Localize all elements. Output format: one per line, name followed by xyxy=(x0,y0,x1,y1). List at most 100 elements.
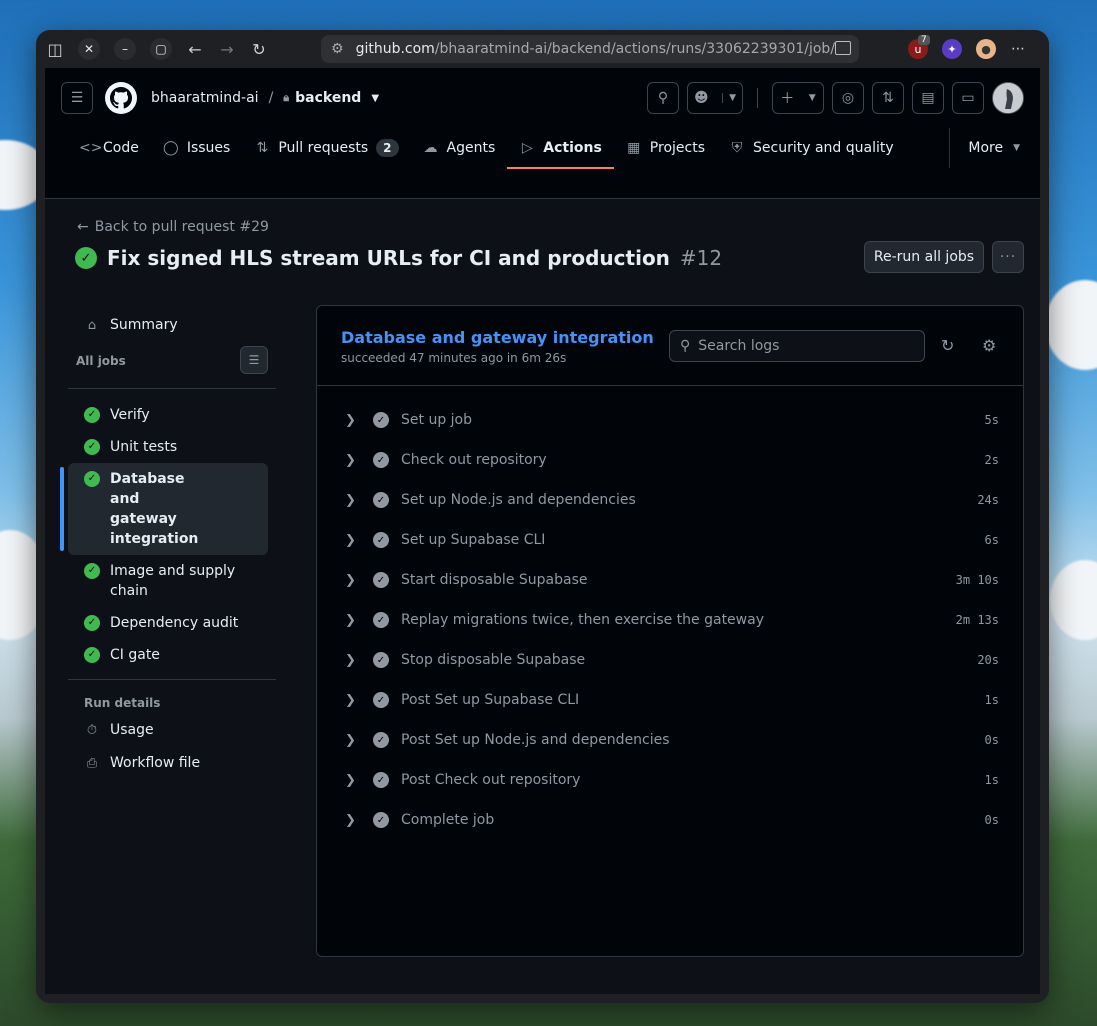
repo-link[interactable]: 🔒︎ backend ▼ xyxy=(283,90,379,106)
step-success-icon: ✓ xyxy=(373,412,389,428)
job-step-row[interactable]: ❯ ✓ Stop disposable Supabase 20s xyxy=(317,640,1023,680)
pull-requests-icon-button[interactable]: ⇅ xyxy=(872,82,904,114)
job-title[interactable]: Database and gateway integration xyxy=(341,328,654,347)
copilot-button[interactable]: ☻ ▼ xyxy=(687,82,743,114)
run-sidebar: ⌂ Summary All jobs ☰ ✓ Verify ✓ Unit tests… xyxy=(60,313,276,780)
sidebar-job-ci-gate[interactable]: ✓ CI gate xyxy=(68,639,276,671)
profile-extension-icon[interactable]: ● xyxy=(976,39,996,59)
sidebar-item-summary[interactable]: ⌂ Summary xyxy=(68,313,276,342)
hamburger-menu-button[interactable]: ☰ xyxy=(61,82,93,114)
tab-label: Issues xyxy=(186,140,231,156)
job-log-panel: Database and gateway integration succeed… xyxy=(316,305,1024,957)
maximize-window-button[interactable]: ▢ xyxy=(150,38,172,60)
forward-arrow-icon[interactable]: → xyxy=(218,40,236,59)
step-duration: 2m 13s xyxy=(955,613,999,627)
job-step-row[interactable]: ❯ ✓ Set up job 5s xyxy=(317,400,1023,440)
tab-label: Agents xyxy=(446,140,496,156)
filter-icon[interactable]: ☰ xyxy=(240,346,268,374)
github-logo-icon[interactable] xyxy=(105,82,137,114)
create-new-button[interactable]: ＋ ▼ xyxy=(772,82,824,114)
browser-menu-icon[interactable]: ⋯ xyxy=(1008,39,1028,59)
sidebar-job-verify[interactable]: ✓ Verify xyxy=(68,399,276,431)
rerun-all-jobs-button[interactable]: Re-run all jobs xyxy=(864,241,984,273)
step-name: Complete job xyxy=(401,812,495,828)
github-page: ☰ bhaaratmind-ai / 🔒︎ backend ▼ ⚲ ☻ ▼ ＋ ▼… xyxy=(45,68,1040,994)
step-duration: 2s xyxy=(984,453,999,467)
sidebar-job-database-gateway[interactable]: ✓ Database and gateway integration xyxy=(60,463,268,555)
stopwatch-icon: ⏱︎ xyxy=(86,723,98,738)
more-label: More xyxy=(968,140,1004,156)
tab-label: Actions xyxy=(543,140,602,156)
success-check-icon: ✓ xyxy=(84,615,100,631)
chevron-down-icon: ▼ xyxy=(371,92,380,104)
reader-mode-icon[interactable] xyxy=(835,41,851,55)
lock-icon: 🔒︎ xyxy=(283,91,290,104)
tab-label: Code xyxy=(103,140,139,156)
job-step-row[interactable]: ❯ ✓ Complete job 0s xyxy=(317,800,1023,840)
sidebar-toggle-icon[interactable]: ◫ xyxy=(46,40,64,59)
job-step-row[interactable]: ❯ ✓ Set up Node.js and dependencies 24s xyxy=(317,480,1023,520)
code-icon: <> xyxy=(79,140,103,156)
inbox-icon-button[interactable]: ▭ xyxy=(952,82,984,114)
address-bar[interactable]: ⚙ github.com/bhaaratmind-ai/backend/acti… xyxy=(321,35,859,63)
tab-security[interactable]: ⛨ Security and quality xyxy=(717,128,906,168)
site-info-icon[interactable]: ⚙ xyxy=(331,41,344,57)
ai-extension-icon[interactable]: ✦ xyxy=(942,39,962,59)
minimize-window-button[interactable]: – xyxy=(114,38,136,60)
tab-code[interactable]: <> Code xyxy=(67,128,151,168)
step-success-icon: ✓ xyxy=(373,732,389,748)
repositories-icon-button[interactable]: ▤ xyxy=(912,82,944,114)
chevron-right-icon: ❯ xyxy=(345,412,356,428)
tab-pull-requests[interactable]: ⇅ Pull requests 2 xyxy=(242,128,410,168)
step-name: Replay migrations twice, then exercise t… xyxy=(401,612,764,628)
job-step-row[interactable]: ❯ ✓ Check out repository 2s xyxy=(317,440,1023,480)
step-name: Set up job xyxy=(401,412,472,428)
tab-issues[interactable]: ◯ Issues xyxy=(151,128,243,168)
user-avatar[interactable] xyxy=(992,82,1024,114)
step-success-icon: ✓ xyxy=(373,772,389,788)
all-jobs-label: All jobs xyxy=(76,354,126,368)
job-step-row[interactable]: ❯ ✓ Post Set up Supabase CLI 1s xyxy=(317,680,1023,720)
sidebar-item-label: Workflow file xyxy=(110,755,201,771)
success-check-icon: ✓ xyxy=(84,439,100,455)
job-step-row[interactable]: ❯ ✓ Post Set up Node.js and dependencies 0s xyxy=(317,720,1023,760)
back-to-pr-link[interactable]: ← Back to pull request #29 xyxy=(77,219,269,235)
search-logs-input[interactable]: ⚲ Search logs xyxy=(669,330,925,362)
issues-icon-button[interactable]: ◎ xyxy=(832,82,864,114)
kebab-menu-button[interactable]: ··· xyxy=(992,241,1024,273)
reload-icon[interactable]: ↻ xyxy=(250,40,268,59)
tab-actions[interactable]: ▷ Actions xyxy=(507,128,614,169)
refresh-icon[interactable]: ↻ xyxy=(941,336,954,355)
tab-agents[interactable]: ☁ Agents xyxy=(411,128,508,168)
sidebar-job-dependency-audit[interactable]: ✓ Dependency audit xyxy=(68,607,276,639)
wallpaper-cloud xyxy=(1045,280,1097,370)
file-code-icon: ⎙ xyxy=(86,756,98,771)
job-step-row[interactable]: ❯ ✓ Start disposable Supabase 3m 10s xyxy=(317,560,1023,600)
browser-toolbar: ◫ ✕ – ▢ ← → ↻ ⚙ github.com/bhaaratmind-a… xyxy=(36,30,1049,68)
success-check-icon: ✓ xyxy=(84,471,100,487)
sidebar-item-label: CI gate xyxy=(110,647,160,663)
gear-icon[interactable]: ⚙ xyxy=(982,336,996,355)
back-arrow-icon[interactable]: ← xyxy=(186,40,204,59)
job-step-row[interactable]: ❯ ✓ Replay migrations twice, then exercise… xyxy=(317,600,1023,640)
sidebar-item-workflow-file[interactable]: ⎙ Workflow file xyxy=(68,747,276,780)
sidebar-job-unit-tests[interactable]: ✓ Unit tests xyxy=(68,431,276,463)
chevron-down-icon: ▼ xyxy=(722,93,736,103)
chevron-down-icon: ▼ xyxy=(1013,143,1020,153)
tab-projects[interactable]: ▦ Projects xyxy=(614,128,717,168)
sidebar-job-image-supply-chain[interactable]: ✓ Image and supply chain xyxy=(68,555,276,607)
step-duration: 0s xyxy=(984,733,999,747)
play-icon: ▷ xyxy=(521,140,533,156)
more-tabs-button[interactable]: More ▼ xyxy=(949,128,1020,168)
close-window-button[interactable]: ✕ xyxy=(78,38,100,60)
search-button[interactable]: ⚲ xyxy=(647,82,679,114)
sidebar-item-usage[interactable]: ⏱︎ Usage xyxy=(68,714,276,747)
step-success-icon: ✓ xyxy=(373,572,389,588)
step-duration: 6s xyxy=(984,533,999,547)
success-check-icon: ✓ xyxy=(84,407,100,423)
tab-label: Security and quality xyxy=(753,140,894,156)
job-step-row[interactable]: ❯ ✓ Set up Supabase CLI 6s xyxy=(317,520,1023,560)
owner-link[interactable]: bhaaratmind-ai xyxy=(151,90,259,106)
job-step-row[interactable]: ❯ ✓ Post Check out repository 1s xyxy=(317,760,1023,800)
step-success-icon: ✓ xyxy=(373,692,389,708)
